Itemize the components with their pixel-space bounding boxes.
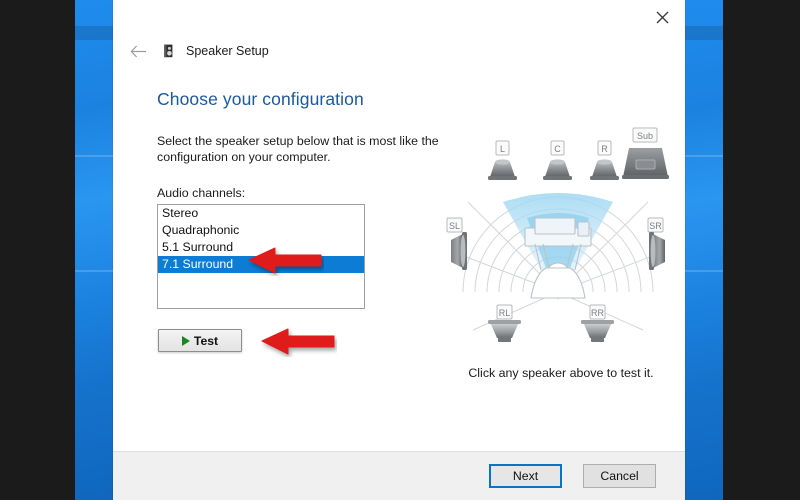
speaker-c-icon[interactable]: C [543,140,572,180]
instruction-text: Select the speaker setup below that is m… [157,134,439,164]
list-item-quadraphonic[interactable]: Quadraphonic [158,222,364,239]
titlebar [113,0,685,34]
svg-text:RL: RL [499,308,511,318]
speaker-l-icon[interactable]: L [488,140,517,180]
speaker-sr-icon[interactable]: SR [647,217,665,270]
list-item-stereo[interactable]: Stereo [158,205,364,222]
svg-text:C: C [554,144,561,154]
speaker-sl-icon[interactable]: SL [446,217,467,270]
command-bar: Next Cancel [113,451,685,500]
desktop-background: Speaker Setup Choose your configuration … [0,0,800,500]
speaker-r-icon[interactable]: R [590,140,619,180]
desktop-wallpaper-right [685,0,723,500]
test-button-label: Test [193,333,219,348]
speaker-rr-icon[interactable]: RR [581,304,614,342]
red-arrow-left-icon [261,327,337,362]
svg-text:SL: SL [449,221,460,231]
test-button[interactable]: Test [158,329,242,352]
cancel-button[interactable]: Cancel [583,464,656,488]
speaker-layout-diagram[interactable]: L C R Sub SL SR RL RR [443,122,673,352]
svg-text:Sub: Sub [637,131,653,141]
svg-text:R: R [601,144,608,154]
navigation-row: Speaker Setup [113,38,685,64]
next-button[interactable]: Next [489,464,562,488]
svg-text:L: L [500,144,505,154]
desktop-wallpaper-left [75,0,113,500]
page-title: Choose your configuration [157,89,364,109]
audio-channels-label: Audio channels: [157,186,246,200]
red-arrow-left-icon [248,246,324,281]
app-title: Speaker Setup [186,44,269,58]
back-arrow-icon[interactable] [125,38,151,64]
speaker-icon [161,43,177,59]
close-icon[interactable] [639,0,685,34]
diagram-hint-text: Click any speaker above to test it. [468,366,654,380]
play-icon [181,335,190,346]
speaker-sub-icon[interactable]: Sub [622,127,669,179]
svg-text:RR: RR [591,308,604,318]
svg-text:SR: SR [649,221,662,231]
speaker-setup-dialog: Speaker Setup Choose your configuration … [113,0,685,500]
